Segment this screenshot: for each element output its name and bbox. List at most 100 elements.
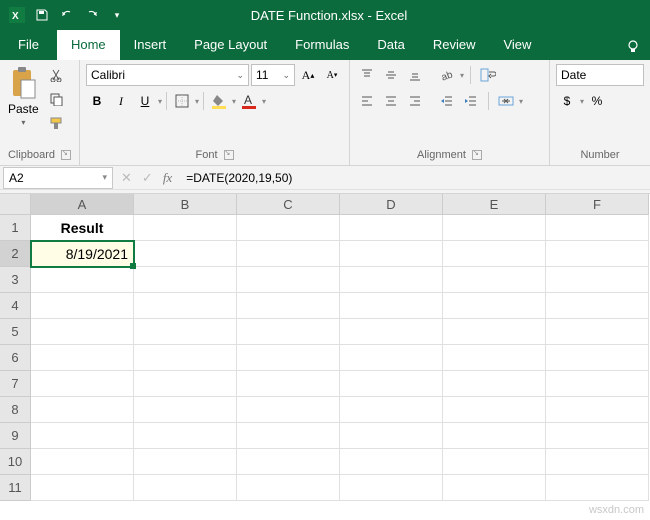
cell[interactable]	[340, 397, 443, 423]
cell[interactable]	[237, 423, 340, 449]
orientation-icon[interactable]: ab	[436, 64, 458, 86]
tab-data[interactable]: Data	[363, 30, 418, 60]
cell[interactable]	[340, 319, 443, 345]
font-launcher[interactable]	[224, 150, 234, 160]
cell[interactable]	[443, 319, 546, 345]
cell-a1[interactable]: Result	[31, 215, 134, 241]
qat-menu-icon[interactable]: ▾	[106, 4, 128, 26]
cell[interactable]	[31, 397, 134, 423]
border-icon[interactable]	[171, 90, 193, 112]
cell[interactable]	[340, 241, 443, 267]
percent-icon[interactable]: %	[586, 90, 608, 112]
tell-me-icon[interactable]	[624, 38, 646, 60]
cell[interactable]	[237, 267, 340, 293]
cell[interactable]	[134, 319, 237, 345]
cell[interactable]	[134, 345, 237, 371]
col-header-c[interactable]: C	[237, 194, 340, 215]
number-format-select[interactable]: Date	[556, 64, 644, 86]
align-left-icon[interactable]	[356, 90, 378, 112]
bold-button[interactable]: B	[86, 90, 108, 112]
alignment-launcher[interactable]	[472, 150, 482, 160]
cell[interactable]	[31, 319, 134, 345]
decrease-font-icon[interactable]: A▾	[321, 64, 343, 86]
cell[interactable]	[443, 215, 546, 241]
row-header[interactable]: 2	[0, 241, 31, 267]
cell[interactable]	[340, 267, 443, 293]
cell[interactable]	[134, 293, 237, 319]
tab-formulas[interactable]: Formulas	[281, 30, 363, 60]
cell[interactable]	[443, 371, 546, 397]
cell[interactable]	[134, 475, 237, 501]
cell[interactable]	[237, 397, 340, 423]
cell-a2[interactable]: 8/19/2021	[31, 241, 134, 267]
align-top-icon[interactable]	[356, 64, 378, 86]
cell[interactable]	[340, 345, 443, 371]
wrap-text-icon[interactable]	[477, 64, 499, 86]
undo-icon[interactable]	[56, 4, 78, 26]
align-center-icon[interactable]	[380, 90, 402, 112]
cell[interactable]	[31, 423, 134, 449]
font-size-select[interactable]: 11⌄	[251, 64, 295, 86]
row-header[interactable]: 11	[0, 475, 31, 501]
cell[interactable]	[443, 475, 546, 501]
cell[interactable]	[340, 423, 443, 449]
increase-font-icon[interactable]: A▴	[297, 64, 319, 86]
cell[interactable]	[546, 371, 649, 397]
cell[interactable]	[237, 371, 340, 397]
row-header[interactable]: 8	[0, 397, 31, 423]
cell[interactable]	[237, 475, 340, 501]
cell[interactable]	[546, 267, 649, 293]
cell[interactable]	[31, 371, 134, 397]
row-header[interactable]: 5	[0, 319, 31, 345]
decrease-indent-icon[interactable]	[436, 90, 458, 112]
cell[interactable]	[443, 293, 546, 319]
cell[interactable]	[546, 241, 649, 267]
cell[interactable]	[237, 215, 340, 241]
name-box[interactable]: A2 ▾	[3, 167, 113, 189]
enter-formula-icon[interactable]: ✓	[142, 170, 153, 186]
formula-input[interactable]: =DATE(2020,19,50)	[180, 171, 650, 185]
tab-review[interactable]: Review	[419, 30, 490, 60]
underline-button[interactable]: U	[134, 90, 156, 112]
increase-indent-icon[interactable]	[460, 90, 482, 112]
cell[interactable]	[340, 475, 443, 501]
cell[interactable]	[340, 215, 443, 241]
cell[interactable]	[134, 267, 237, 293]
tab-file[interactable]: File	[0, 30, 57, 60]
cell[interactable]	[546, 293, 649, 319]
cell[interactable]	[443, 345, 546, 371]
cancel-formula-icon[interactable]: ✕	[121, 170, 132, 186]
align-bottom-icon[interactable]	[404, 64, 426, 86]
row-header[interactable]: 10	[0, 449, 31, 475]
cell[interactable]	[546, 215, 649, 241]
row-header[interactable]: 3	[0, 267, 31, 293]
select-all-corner[interactable]	[0, 194, 31, 215]
cell[interactable]	[443, 241, 546, 267]
cell[interactable]	[546, 319, 649, 345]
cell[interactable]	[31, 475, 134, 501]
cell[interactable]	[134, 397, 237, 423]
cell[interactable]	[340, 371, 443, 397]
row-header[interactable]: 6	[0, 345, 31, 371]
format-painter-icon[interactable]	[45, 112, 67, 134]
align-right-icon[interactable]	[404, 90, 426, 112]
cell[interactable]	[546, 345, 649, 371]
fx-icon[interactable]: fx	[163, 170, 172, 186]
cell[interactable]	[443, 449, 546, 475]
row-header[interactable]: 7	[0, 371, 31, 397]
align-middle-icon[interactable]	[380, 64, 402, 86]
cell[interactable]	[340, 449, 443, 475]
cell[interactable]	[546, 397, 649, 423]
cell[interactable]	[340, 293, 443, 319]
cell[interactable]	[546, 423, 649, 449]
row-header[interactable]: 9	[0, 423, 31, 449]
fill-color-icon[interactable]	[208, 90, 230, 112]
cell[interactable]	[31, 267, 134, 293]
cell[interactable]	[237, 241, 340, 267]
cell[interactable]	[31, 293, 134, 319]
font-color-icon[interactable]: A	[238, 90, 260, 112]
tab-view[interactable]: View	[489, 30, 545, 60]
cell[interactable]	[443, 267, 546, 293]
italic-button[interactable]: I	[110, 90, 132, 112]
col-header-e[interactable]: E	[443, 194, 546, 215]
